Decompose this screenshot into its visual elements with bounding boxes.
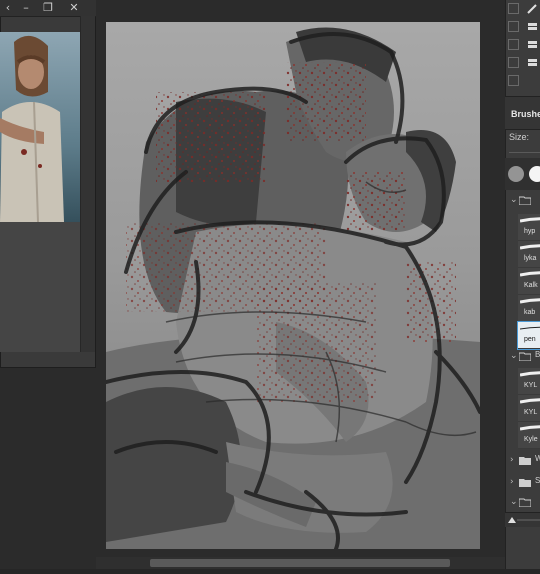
brush-stroke-preview xyxy=(520,298,540,304)
reference-window-scrollbar[interactable] xyxy=(80,16,95,352)
brush-folder[interactable]: ⌄ xyxy=(505,192,540,210)
minimize-button[interactable]: – xyxy=(18,1,34,15)
brush-folder[interactable]: ⌄ B xyxy=(505,348,540,366)
soft-brush-tip-icon xyxy=(508,166,524,182)
brush-folder[interactable]: ⌄ xyxy=(505,494,540,512)
brush-preset-label: KYL xyxy=(524,409,538,416)
chevron-right-icon[interactable]: › xyxy=(510,455,514,465)
brush-preset[interactable]: KYL xyxy=(518,368,540,395)
canvas-scrollbar-thumb[interactable] xyxy=(150,559,450,567)
brush-preset-label: kab xyxy=(524,309,536,316)
chevron-down-icon[interactable]: ⌄ xyxy=(510,351,518,361)
folder-icon xyxy=(519,457,531,465)
chevron-right-icon[interactable]: › xyxy=(510,477,514,487)
brush-stroke-preview xyxy=(520,271,540,277)
brush-preset[interactable]: Kyle xyxy=(518,422,540,449)
brush-preset-label: lyka xyxy=(524,255,537,262)
brush-preset[interactable]: kab xyxy=(518,295,540,322)
folder-open-icon xyxy=(519,196,531,205)
brushes-panel-header[interactable]: Brushes xyxy=(505,96,540,130)
layer-row[interactable] xyxy=(505,36,540,54)
collapse-icon[interactable]: ‹ xyxy=(0,1,16,15)
reference-photo xyxy=(0,32,80,222)
brush-folder-label: B xyxy=(535,350,540,359)
folder-open-icon xyxy=(519,498,531,507)
brush-folder[interactable]: › W xyxy=(505,452,540,470)
hard-brush-tip-icon xyxy=(529,166,540,182)
layers-panel xyxy=(505,0,540,96)
drawing-canvas[interactable] xyxy=(106,22,480,549)
brush-preset[interactable]: Kalk xyxy=(518,268,540,295)
brush-preset-label: Kyle xyxy=(524,436,538,443)
brush-stroke-preview xyxy=(520,425,540,431)
close-button[interactable]: ✕ xyxy=(66,1,82,15)
brush-folder-label: S xyxy=(535,476,540,485)
layer-row[interactable] xyxy=(505,72,540,90)
brush-icon xyxy=(527,4,537,14)
brush-preset-label: hyp xyxy=(524,228,536,235)
layer-visibility-checkbox[interactable] xyxy=(508,57,519,68)
brush-preset[interactable]: KYL xyxy=(518,395,540,422)
folder-icon xyxy=(519,479,531,487)
chevron-down-icon[interactable]: ⌄ xyxy=(510,195,518,205)
layer-row[interactable] xyxy=(505,54,540,72)
layer-row[interactable] xyxy=(505,0,540,18)
brush-stroke-preview xyxy=(520,398,540,404)
brush-preset-selected[interactable]: pen xyxy=(517,321,540,350)
brush-size-slider[interactable] xyxy=(509,152,540,153)
layer-visibility-checkbox[interactable] xyxy=(508,39,519,50)
layer-stack-icon xyxy=(528,41,537,48)
layer-row[interactable] xyxy=(505,18,540,36)
brush-tip-preview-row[interactable] xyxy=(505,158,540,190)
brush-panel-zoom-slider[interactable] xyxy=(505,512,540,527)
brush-stroke-preview xyxy=(520,217,540,223)
brush-stroke-preview xyxy=(520,244,540,250)
brush-preset-label: pen xyxy=(524,336,536,343)
brush-preset-label: Kalk xyxy=(524,282,538,289)
brush-folder-label: W xyxy=(535,454,540,463)
brush-stroke-preview xyxy=(520,371,540,377)
restore-button[interactable]: ❐ xyxy=(40,1,56,15)
brush-preset[interactable]: hyp xyxy=(518,214,540,241)
layer-stack-icon xyxy=(528,23,537,30)
brushes-panel-title: Brushes xyxy=(511,109,540,119)
layer-visibility-checkbox[interactable] xyxy=(508,3,519,14)
brush-stroke-preview xyxy=(520,326,540,330)
layer-visibility-checkbox[interactable] xyxy=(508,21,519,32)
window-bottom-edge xyxy=(0,569,540,574)
brush-size-label: Size: xyxy=(509,132,530,142)
reference-window-titlebar[interactable]: ‹ – ❐ ✕ xyxy=(0,0,96,17)
brush-folder[interactable]: › S xyxy=(505,474,540,492)
layer-stack-icon xyxy=(528,59,537,66)
reference-window-empty-area xyxy=(0,222,80,352)
layer-visibility-checkbox[interactable] xyxy=(508,75,519,86)
brush-preset[interactable]: lyka xyxy=(518,241,540,268)
folder-open-icon xyxy=(519,352,531,361)
slider-handle-icon xyxy=(508,517,516,523)
chevron-down-icon[interactable]: ⌄ xyxy=(510,497,518,507)
brush-preset-label: KYL xyxy=(524,382,538,389)
